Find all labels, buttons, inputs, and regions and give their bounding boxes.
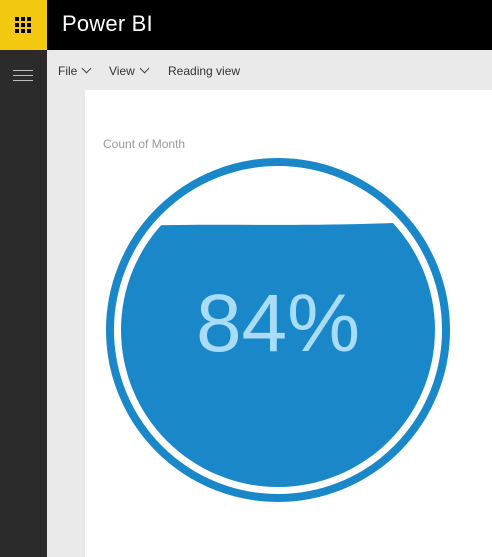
gauge-value: 84%: [195, 278, 361, 369]
